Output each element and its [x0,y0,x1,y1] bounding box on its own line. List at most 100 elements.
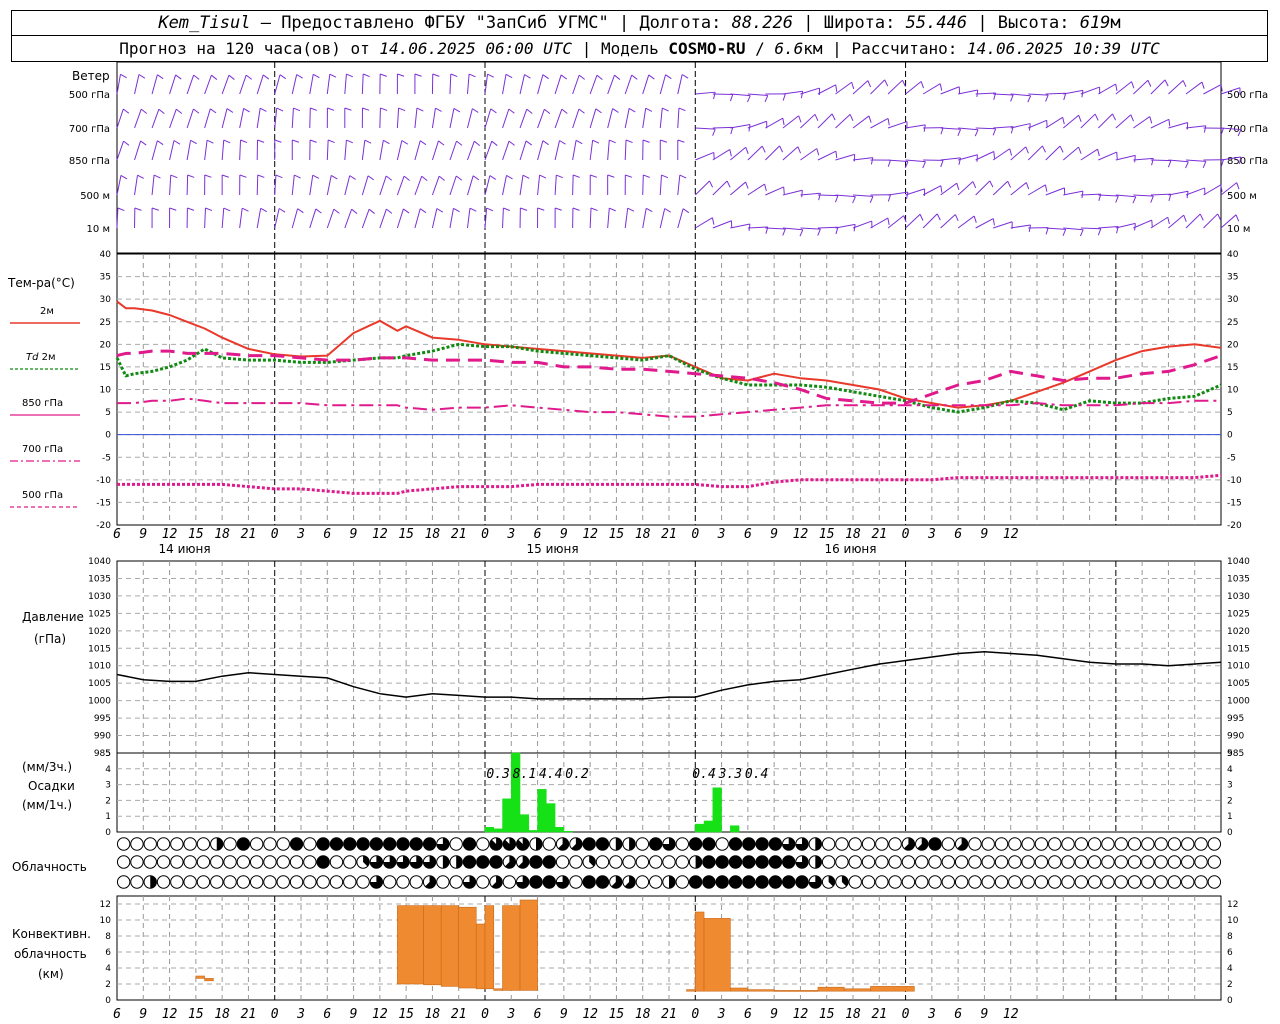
cloud-circle [782,875,796,889]
cloud-symbol-lower [1194,875,1208,889]
cloud-circle [1101,837,1115,851]
wind-barb-shaft [922,213,938,229]
wind-barb-shaft [835,194,856,198]
wind-barb [747,93,769,103]
cloud-circle [449,837,463,851]
wind-barb-feather [503,207,511,212]
conv-xtick-label: 0 [271,1007,279,1022]
cloud-circle [356,837,370,851]
cloud-symbol-middle [569,855,583,869]
wind-barb-feather [554,207,562,211]
cloud-circle [981,855,995,869]
wind-barb-feather [642,139,650,143]
cloud-symbol-middle [861,855,876,869]
cloud-symbol-upper [782,837,796,851]
wind-barb [922,213,941,229]
conv-ytick-right: 12 [1227,900,1238,910]
temp-xtick-label: 21 [451,527,467,542]
wind-barb-shaft [572,108,580,129]
wind-barb-feather [169,207,177,211]
conv-xtick-label: 6 [954,1007,962,1022]
wind-barb-feather [542,74,549,80]
wind-barb [484,73,495,95]
wind-barb-feather [157,74,164,80]
precip-bar [537,789,547,833]
cloud-symbol-upper [994,837,1009,851]
cloud-circle [928,875,942,889]
conv-xtick-label: 3 [506,1007,515,1022]
cloud-circle [555,855,570,869]
cloud-symbol-upper [861,837,876,851]
wind-barb [431,208,444,229]
cloud-circle [1061,875,1075,889]
cloud-circle [1034,855,1049,869]
wind-barb [817,150,838,161]
wind-barb [379,107,388,129]
wind-barb-feather [435,107,442,112]
cloud-circle [196,875,211,889]
wind-barb [204,207,213,229]
wind-barb [414,107,424,129]
wind-barb-shaft [852,80,869,95]
wind-barb [204,139,214,161]
wind-level-label-right: 10 м [1227,224,1250,235]
cloud-circle [1141,875,1155,889]
cloud-circle [1127,855,1142,869]
wind-barb [835,114,854,129]
cloud-symbol-middle [582,855,596,869]
cloud-circle [183,875,197,889]
wind-barb [1045,116,1065,129]
wind-barb-feather [403,208,410,214]
wind-barb-feather [524,74,531,79]
wind-barb-shaft [607,108,614,129]
wind-barb-feather [421,175,428,181]
wind-barb-feather [660,139,668,143]
wind-barb-shaft [765,117,784,129]
pressure-ytick-left: 1000 [88,697,111,707]
wind-barb-shaft [134,140,142,161]
cloud-symbol-upper [409,837,423,851]
cloud-symbol-upper [303,837,317,851]
cloud-symbol-middle [1087,855,1102,869]
temp-xtick-label: 3 [717,527,726,542]
wind-barb-shaft [431,108,436,129]
wind-barb-shaft [361,175,369,196]
wind-barb [221,207,231,229]
wind-barb-feather [243,107,250,113]
wind-barb [116,73,127,95]
wind-barb-feather [902,79,906,87]
wind-barb-feather [151,207,159,211]
wind-barb [887,79,906,95]
wind-barb [502,174,513,196]
wind-barb-shaft [466,74,470,95]
pressure-ytick-right: 995 [1227,714,1244,724]
wind-barb [274,208,286,229]
wind-barb-feather [852,196,856,204]
wind-barb [396,208,410,229]
wind-barb-feather [726,180,731,188]
temp-xtick-label: 6 [323,527,331,542]
cloud-symbol-upper [928,837,942,851]
cloud-symbol-lower [648,875,663,889]
wind-barb-feather [590,207,598,212]
cloud-circle [768,855,783,869]
temp-xtick-label: 3 [927,527,936,542]
temp-ytick-right: 40 [1227,250,1239,260]
wind-barb [449,207,460,229]
wind-barb-shaft [239,208,243,229]
wind-barb-feather [745,147,749,155]
wind-barb [940,127,962,136]
cloud-symbol-lower [1048,875,1062,889]
wind-barb-shaft [800,113,816,129]
wind-barb-feather [713,92,716,100]
wind-barb-shaft [1045,92,1066,95]
cloud-symbol-upper [116,837,131,851]
precip-bar [528,830,538,833]
wind-barb-feather [906,192,909,200]
wind-barb [800,87,821,96]
wind-barb-feather [473,140,481,146]
precip-3h-total-label: 8.1 [513,767,536,782]
wind-barb-shaft [712,93,733,96]
conv-xtick-label: 21 [451,1007,467,1022]
wind-barb-feather [419,140,427,146]
